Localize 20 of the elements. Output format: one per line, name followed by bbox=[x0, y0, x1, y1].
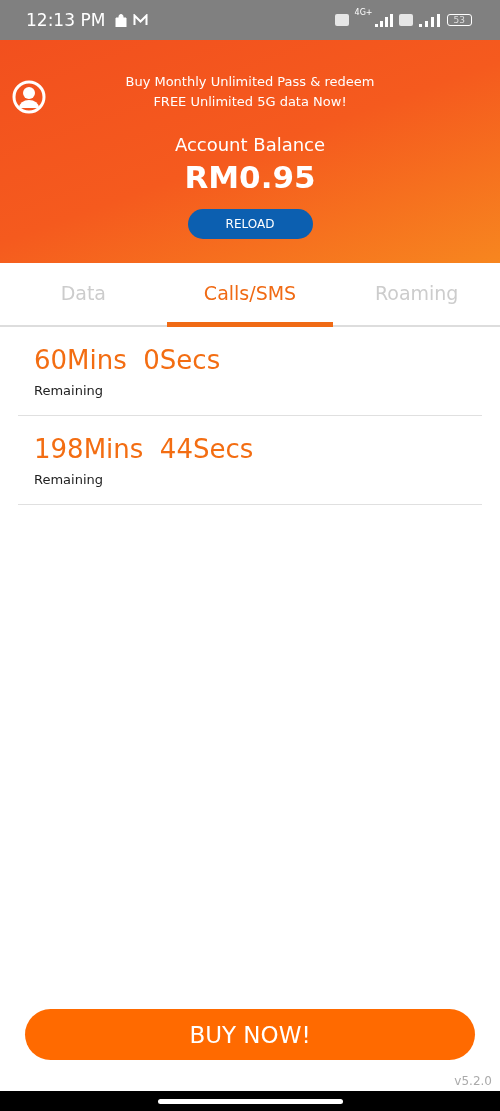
reload-button[interactable]: RELOAD bbox=[187, 209, 313, 239]
remaining-amount: 60Mins 0Secs bbox=[34, 345, 222, 375]
home-indicator[interactable] bbox=[157, 1098, 343, 1104]
profile-icon[interactable] bbox=[12, 80, 46, 114]
remaining-caption: Remaining bbox=[34, 472, 105, 487]
balance-label: Account Balance bbox=[174, 134, 326, 155]
remaining-caption: Remaining bbox=[34, 383, 105, 398]
network-type: 4G+ bbox=[354, 8, 373, 17]
battery-icon: 53 bbox=[446, 14, 472, 26]
shopping-bag-icon bbox=[115, 13, 128, 27]
status-time: 12:13 PM bbox=[26, 10, 106, 30]
remaining-amount: 198Mins 44Secs bbox=[34, 434, 255, 464]
promo-text: Buy Monthly Unlimited Pass & redeem FREE Unlimited 5G data Now! bbox=[125, 73, 375, 111]
signal-icon bbox=[418, 13, 441, 27]
buy-now-button[interactable]: BUY NOW! bbox=[25, 1009, 475, 1060]
tab[interactable]: Calls/SMS bbox=[166, 263, 334, 327]
balance-amount: RM0.95 bbox=[184, 159, 316, 195]
signal-icon bbox=[374, 13, 393, 27]
version-text: v5.2.0 bbox=[454, 1074, 492, 1088]
mail-icon bbox=[133, 14, 149, 26]
